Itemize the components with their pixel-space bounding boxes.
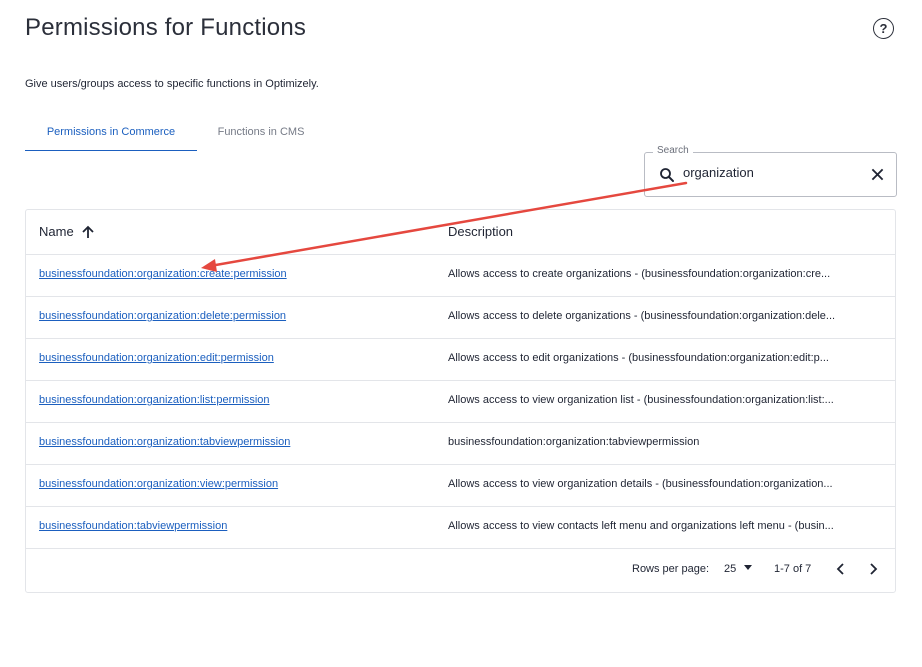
- table-row: businessfoundation:organization:create:p…: [26, 255, 895, 297]
- permission-name-link[interactable]: businessfoundation:organization:delete:p…: [39, 310, 286, 322]
- search-input[interactable]: [683, 165, 853, 180]
- column-header-name-label: Name: [39, 224, 74, 239]
- permission-name-link[interactable]: businessfoundation:organization:tabviewp…: [39, 436, 290, 448]
- permission-description: businessfoundation:organization:tabviewp…: [448, 436, 700, 448]
- arrow-up-icon[interactable]: [81, 225, 95, 239]
- search-field[interactable]: Search: [644, 145, 897, 197]
- rows-per-page-value: 25: [724, 563, 737, 575]
- caret-down-icon: [744, 565, 753, 570]
- permission-name-link[interactable]: businessfoundation:organization:create:p…: [39, 268, 287, 280]
- chevron-right-icon[interactable]: [864, 559, 882, 579]
- table-row: businessfoundation:organization:tabviewp…: [26, 423, 895, 465]
- search-label: Search: [653, 145, 693, 156]
- help-circle-icon[interactable]: ?: [873, 18, 894, 39]
- permission-name-link[interactable]: businessfoundation:organization:view:per…: [39, 478, 278, 490]
- tab-bar: Permissions in Commerce Functions in CMS: [25, 118, 325, 151]
- chevron-left-icon[interactable]: [832, 559, 850, 579]
- table-row: businessfoundation:organization:list:per…: [26, 381, 895, 423]
- page-title: Permissions for Functions: [25, 14, 307, 41]
- permission-description: Allows access to view organization list …: [448, 394, 834, 406]
- column-header-description: Description: [448, 224, 514, 239]
- table-row: businessfoundation:organization:view:per…: [26, 465, 895, 507]
- permissions-table: Name Description businessfoundation:orga…: [25, 209, 896, 593]
- close-icon[interactable]: [871, 168, 884, 181]
- permission-description: Allows access to view contacts left menu…: [448, 520, 834, 532]
- permission-description: Allows access to create organizations - …: [448, 268, 831, 280]
- page-subtitle: Give users/groups access to specific fun…: [25, 78, 319, 90]
- permission-description: Allows access to edit organizations - (b…: [448, 352, 829, 364]
- tab-permissions-in-commerce[interactable]: Permissions in Commerce: [25, 118, 197, 151]
- permission-name-link[interactable]: businessfoundation:tabviewpermission: [39, 520, 227, 532]
- permission-description: Allows access to view organization detai…: [448, 478, 833, 490]
- permission-name-link[interactable]: businessfoundation:organization:edit:per…: [39, 352, 274, 364]
- search-icon: [660, 168, 674, 182]
- tab-functions-in-cms[interactable]: Functions in CMS: [197, 118, 325, 150]
- permission-description: Allows access to delete organizations - …: [448, 310, 836, 322]
- permission-name-link[interactable]: businessfoundation:organization:list:per…: [39, 394, 270, 406]
- column-header-name[interactable]: Name: [39, 224, 95, 239]
- table-row: businessfoundation:organization:delete:p…: [26, 297, 895, 339]
- table-row: businessfoundation:tabviewpermission All…: [26, 507, 895, 549]
- rows-per-page-label: Rows per page:: [632, 563, 710, 575]
- pagination: Rows per page: 25 1-7 of 7: [26, 549, 895, 589]
- table-header: Name Description: [26, 210, 895, 255]
- rows-per-page-select[interactable]: 25: [724, 563, 753, 575]
- table-row: businessfoundation:organization:edit:per…: [26, 339, 895, 381]
- pagination-range: 1-7 of 7: [774, 563, 812, 575]
